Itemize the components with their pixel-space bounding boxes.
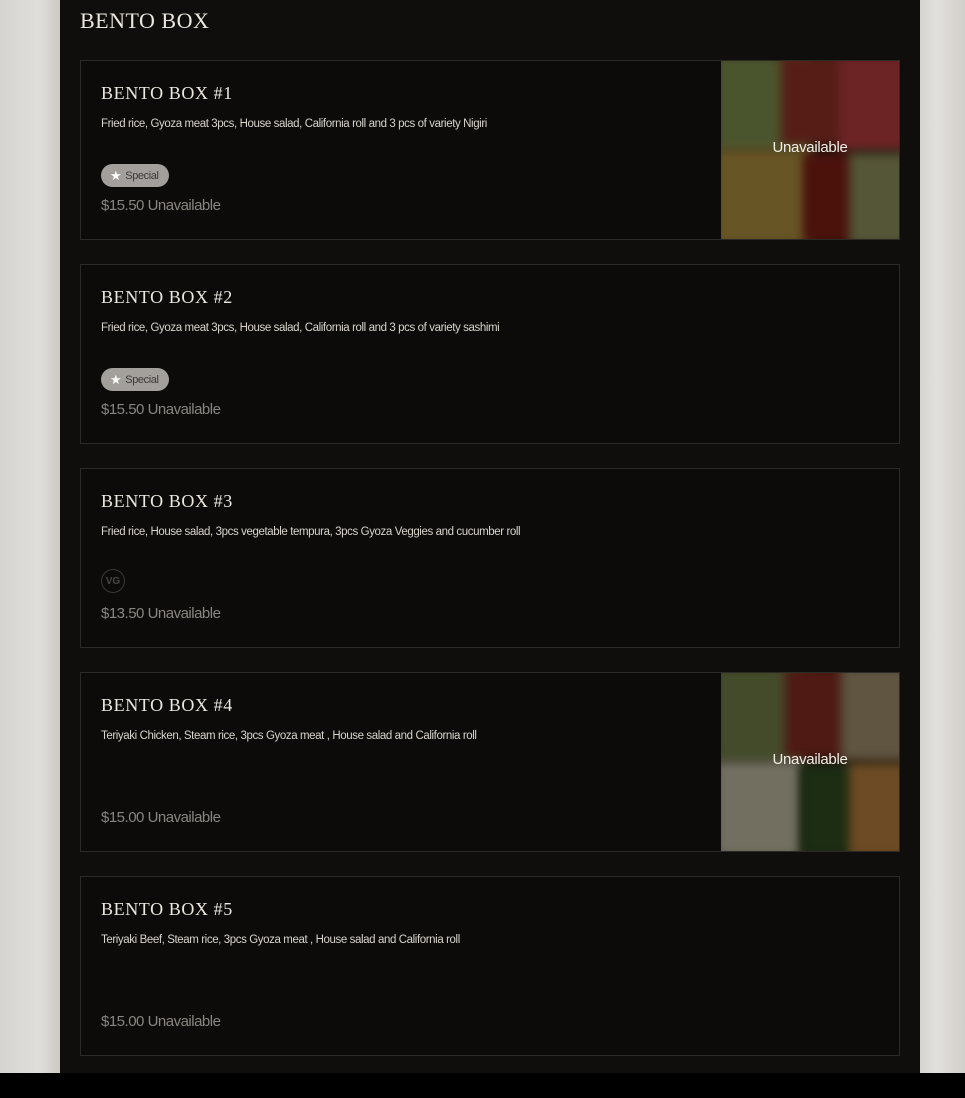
item-price-status: $15.00 Unavailable [101,1013,221,1030]
item-price: $15.00 [101,809,144,826]
badge-label: Special [125,169,159,182]
menu-item-card[interactable]: BENTO BOX #1 Fried rice, Gyoza meat 3pcs… [80,60,900,240]
item-image[interactable]: Unavailable [721,61,899,239]
menu-item-card[interactable]: BENTO BOX #5 Teriyaki Beef, Steam rice, … [80,876,900,1056]
item-name: BENTO BOX #2 [101,287,233,307]
item-price-status: $13.50 Unavailable [101,605,221,622]
item-availability: Unavailable [147,605,221,622]
menu-item-card[interactable]: BENTO BOX #3 Fried rice, House salad, 3p… [80,468,900,648]
item-name: BENTO BOX #1 [101,83,233,103]
item-description: Teriyaki Beef, Steam rice, 3pcs Gyoza me… [101,934,460,946]
section-title: BENTO BOX [80,8,210,33]
item-description: Fried rice, Gyoza meat 3pcs, House salad… [101,322,500,334]
item-description: Fried rice, Gyoza meat 3pcs, House salad… [101,118,487,130]
item-price: $13.50 [101,605,144,622]
item-description: Teriyaki Chicken, Steam rice, 3pcs Gyoza… [101,730,477,742]
item-price-status: $15.50 Unavailable [101,197,221,214]
star-icon: ★ [110,372,122,387]
item-image[interactable]: Unavailable [721,673,899,851]
vegan-icon: VG [101,569,125,593]
badge-label: Special [125,373,159,386]
star-icon: ★ [110,168,122,183]
item-price: $15.00 [101,1013,144,1030]
menu-item-card[interactable]: BENTO BOX #2 Fried rice, Gyoza meat 3pcs… [80,264,900,444]
item-price: $15.50 [101,197,144,214]
item-price: $15.50 [101,401,144,418]
item-price-status: $15.00 Unavailable [101,809,221,826]
item-availability: Unavailable [147,401,221,418]
item-availability: Unavailable [147,197,221,214]
item-name: BENTO BOX #5 [101,899,233,919]
item-price-status: $15.50 Unavailable [101,401,221,418]
item-description: Fried rice, House salad, 3pcs vegetable … [101,526,521,538]
menu-panel: BENTO BOX BENTO BOX #1 Fried rice, Gyoza… [60,0,920,1073]
item-name: BENTO BOX #4 [101,695,233,715]
special-badge: ★ Special [101,368,169,391]
image-unavailable-label: Unavailable [772,751,848,768]
item-availability: Unavailable [147,1013,221,1030]
item-availability: Unavailable [147,809,221,826]
menu-item-card[interactable]: BENTO BOX #4 Teriyaki Chicken, Steam ric… [80,672,900,852]
item-name: BENTO BOX #3 [101,491,233,511]
special-badge: ★ Special [101,164,169,187]
image-unavailable-label: Unavailable [772,139,848,156]
